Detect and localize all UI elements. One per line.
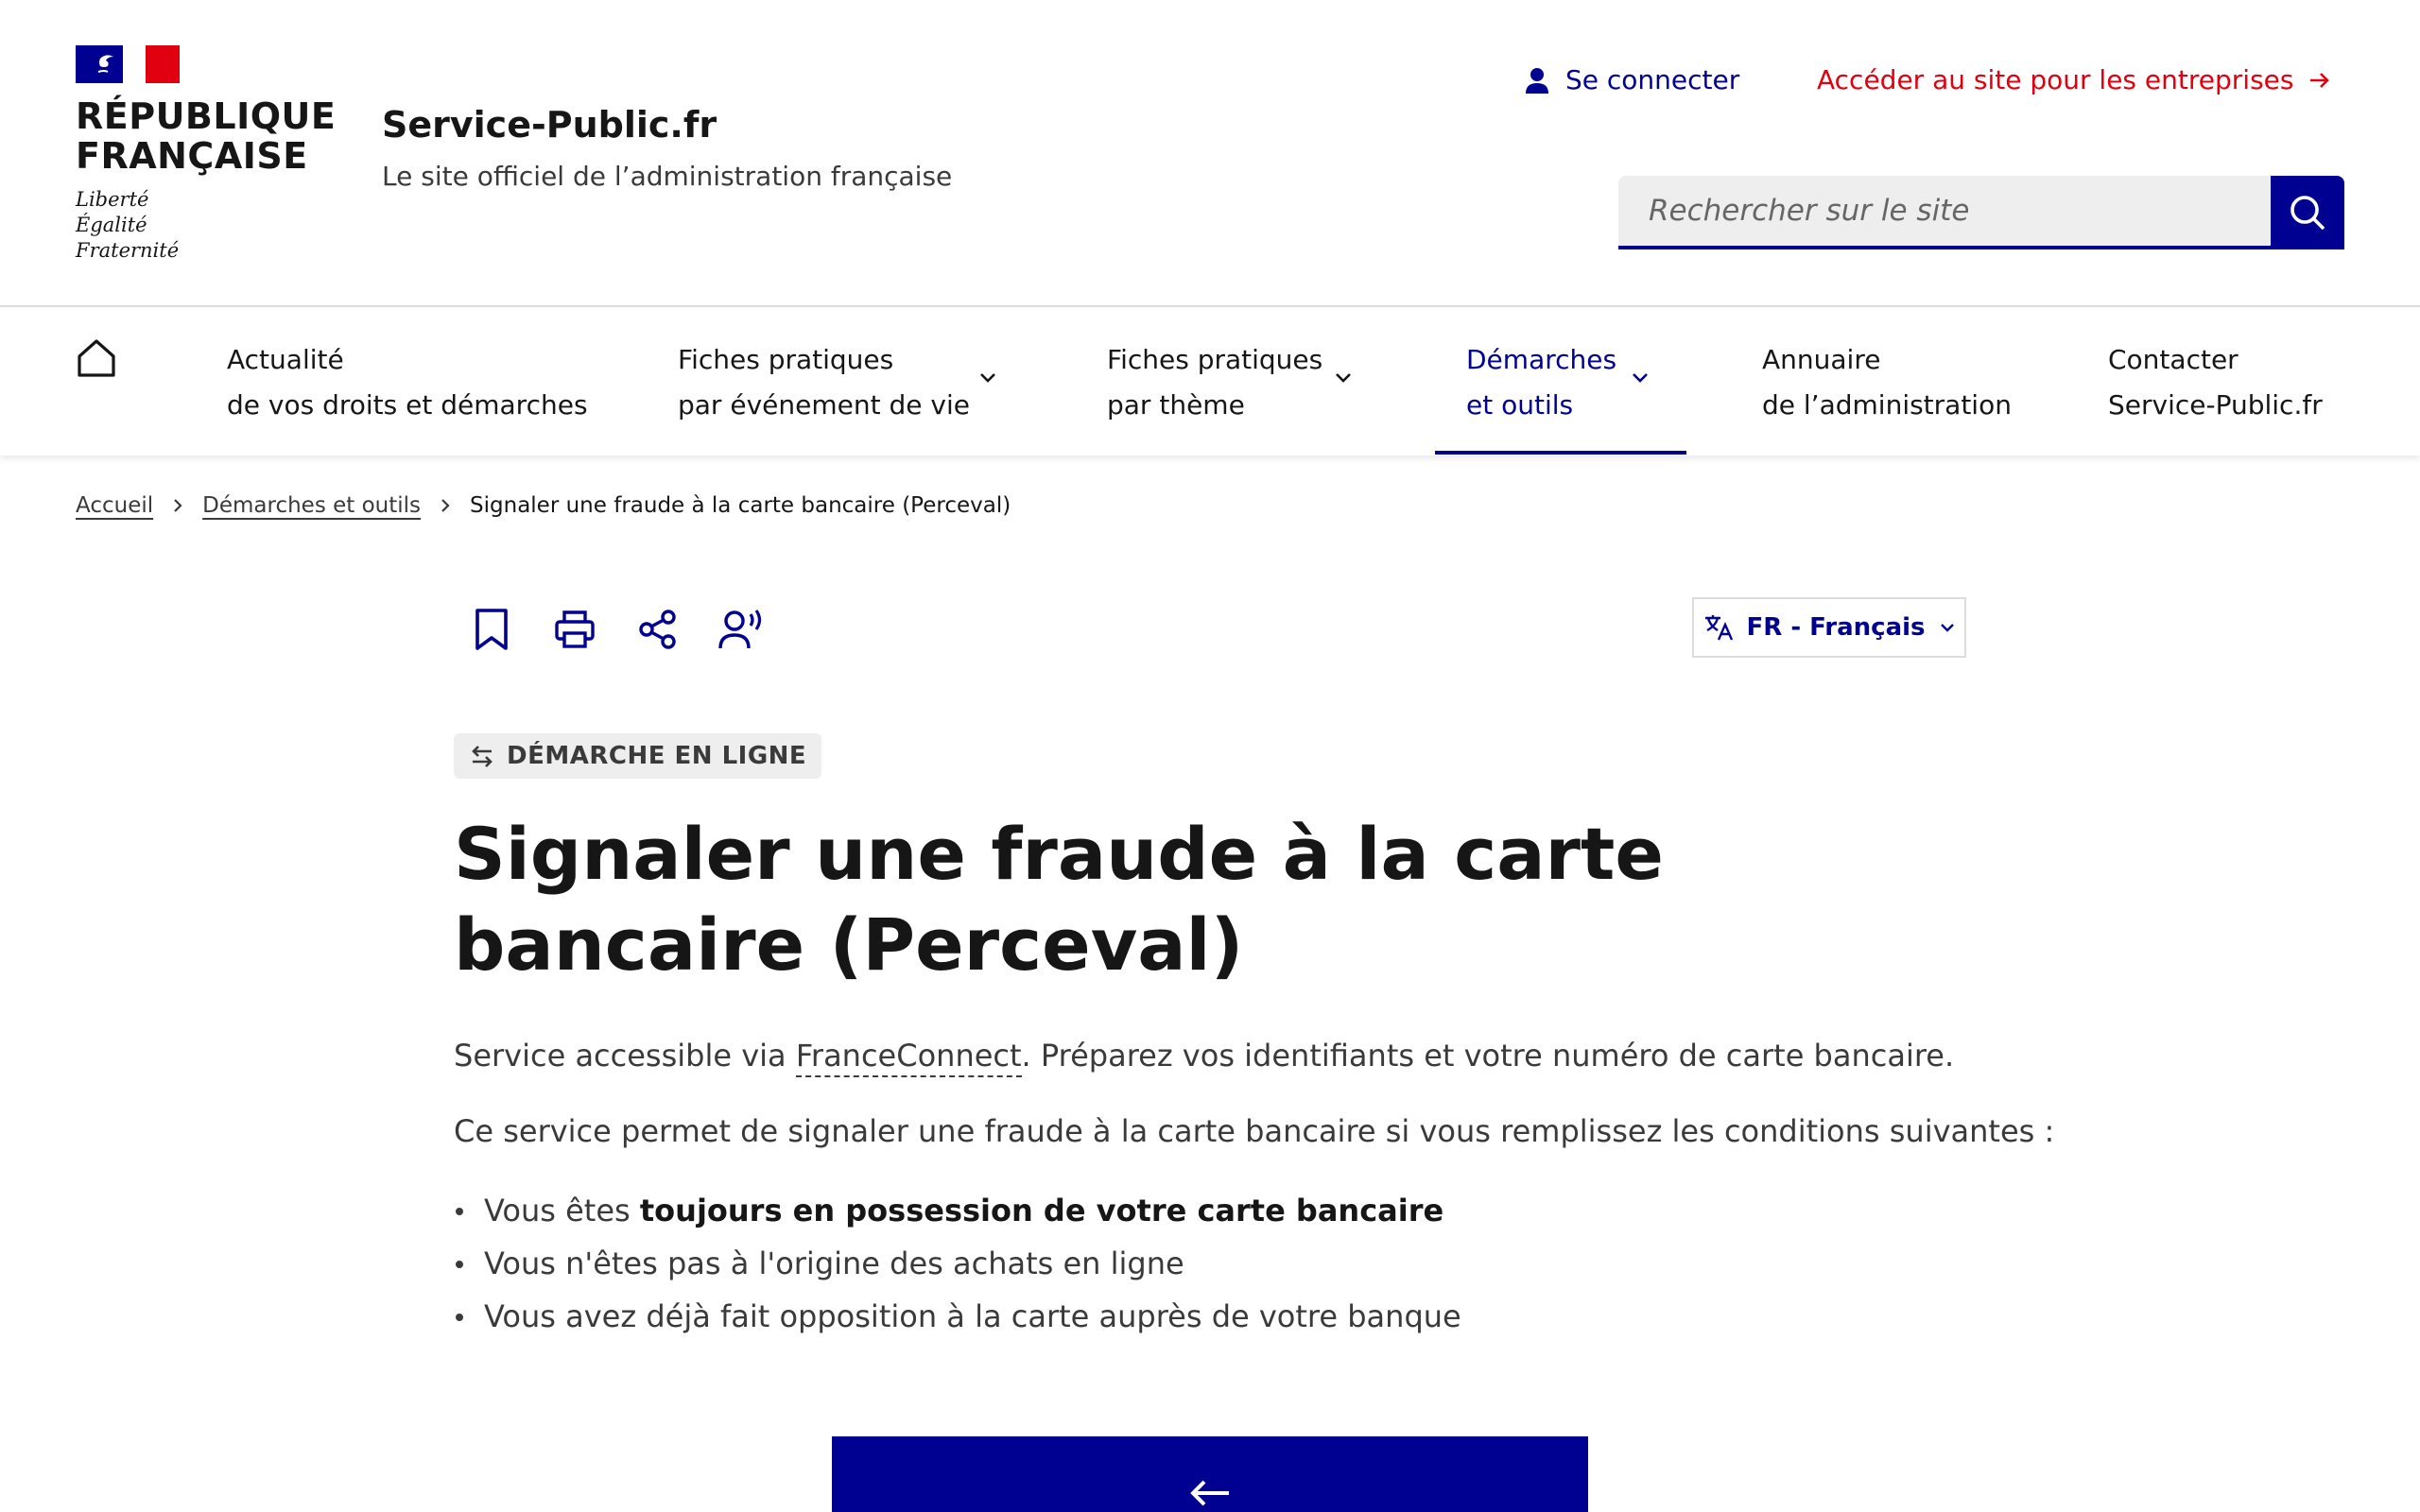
conditions-list: Vous êtes toujours en possession de votr… — [454, 1189, 1461, 1348]
read-aloud-button[interactable] — [717, 605, 766, 654]
search-input[interactable] — [1618, 176, 2271, 249]
breadcrumb-section-link[interactable]: Démarches et outils — [202, 493, 421, 518]
search-icon — [2290, 196, 2325, 231]
print-button[interactable] — [550, 605, 599, 654]
exchange-arrows-icon — [472, 746, 493, 767]
language-label: FR - Français — [1746, 613, 1926, 642]
intro-paragraph: Service accessible via FranceConnect. Pr… — [454, 1038, 1954, 1077]
page-tools — [467, 605, 766, 654]
nav-item-evenement-de-vie[interactable]: Fiches pratiques par événement de vie — [678, 337, 995, 428]
republique-francaise-logo[interactable]: RÉPUBLIQUE FRANÇAISE Liberté Égalité Fra… — [76, 45, 336, 264]
language-selector[interactable]: FR - Français — [1692, 597, 1966, 658]
share-button[interactable] — [633, 605, 683, 654]
badge-label: DÉMARCHE EN LIGNE — [507, 742, 807, 770]
breadcrumb-current: Signaler une fraude à la carte bancaire … — [470, 493, 1011, 518]
login-label: Se connecter — [1565, 64, 1740, 95]
online-procedure-badge: DÉMARCHE EN LIGNE — [454, 733, 822, 779]
breadcrumb: Accueil Démarches et outils Signaler une… — [76, 493, 1011, 518]
chevron-right-icon — [172, 497, 183, 514]
home-icon — [78, 339, 115, 377]
franceconnect-link[interactable]: FranceConnect — [795, 1038, 1022, 1077]
chevron-down-icon — [1940, 624, 1954, 632]
nav-item-annuaire[interactable]: Annuaire de l’administration — [1762, 337, 2012, 428]
search-bar — [1618, 176, 2344, 249]
arrow-right-icon — [2310, 72, 2330, 88]
nav-item-demarches-et-outils[interactable]: Démarches et outils — [1466, 337, 1648, 428]
marianne-flag-icon — [76, 45, 180, 83]
nav-home-link[interactable] — [76, 337, 117, 383]
site-header: RÉPUBLIQUE FRANÇAISE Liberté Égalité Fra… — [0, 0, 2420, 307]
breadcrumb-home-link[interactable]: Accueil — [76, 493, 153, 518]
page-title: Signaler une fraude à la carte bancaire … — [454, 812, 1664, 987]
list-item: Vous n'êtes pas à l'origine des achats e… — [454, 1242, 1461, 1295]
nav-item-actualite[interactable]: Actualité de vos droits et démarches — [227, 337, 588, 428]
chevron-down-icon — [1336, 373, 1351, 383]
search-button[interactable] — [2271, 176, 2344, 249]
share-icon — [639, 610, 676, 649]
chevron-right-icon — [440, 497, 451, 514]
pro-site-link[interactable]: Accéder au site pour les entreprises — [1817, 64, 2331, 95]
print-icon — [555, 610, 595, 648]
service-tagline: Le site officiel de l’administration fra… — [382, 161, 953, 192]
bookmark-icon — [475, 609, 508, 650]
start-procedure-button[interactable] — [832, 1436, 1588, 1512]
login-link[interactable]: Se connecter — [1526, 64, 1739, 95]
nav-item-contacter[interactable]: Contacter Service-Public.fr — [2108, 337, 2323, 428]
list-item: Vous êtes toujours en possession de votr… — [454, 1189, 1461, 1242]
chevron-down-icon — [980, 373, 995, 383]
nav-item-par-theme[interactable]: Fiches pratiques par thème — [1107, 337, 1351, 428]
description-paragraph: Ce service permet de signaler une fraude… — [454, 1113, 2055, 1149]
main-navigation: Actualité de vos droits et démarches Fic… — [0, 309, 2420, 455]
bookmark-button[interactable] — [467, 605, 516, 654]
republic-motto: Liberté Égalité Fraternité — [76, 188, 180, 262]
arrow-left-icon — [1190, 1480, 1229, 1506]
read-aloud-icon — [718, 610, 762, 649]
translate-icon — [1704, 615, 1733, 641]
republic-title: RÉPUBLIQUE FRANÇAISE — [76, 95, 337, 177]
pro-site-label: Accéder au site pour les entreprises — [1817, 64, 2294, 95]
chevron-down-icon — [1633, 373, 1648, 383]
service-name[interactable]: Service-Public.fr — [382, 104, 717, 146]
list-item: Vous avez déjà fait opposition à la cart… — [454, 1295, 1461, 1348]
user-icon — [1526, 67, 1548, 94]
active-nav-indicator — [1435, 451, 1686, 455]
